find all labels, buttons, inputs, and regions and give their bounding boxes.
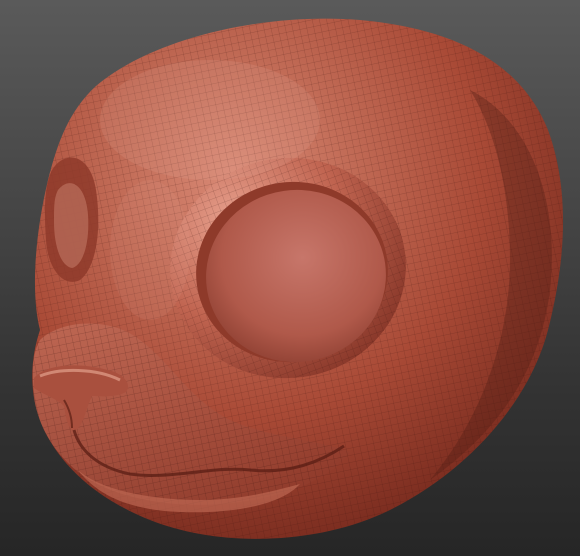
sculpt-viewport[interactable] [0, 0, 580, 556]
sculpt-canvas [32, 18, 564, 539]
